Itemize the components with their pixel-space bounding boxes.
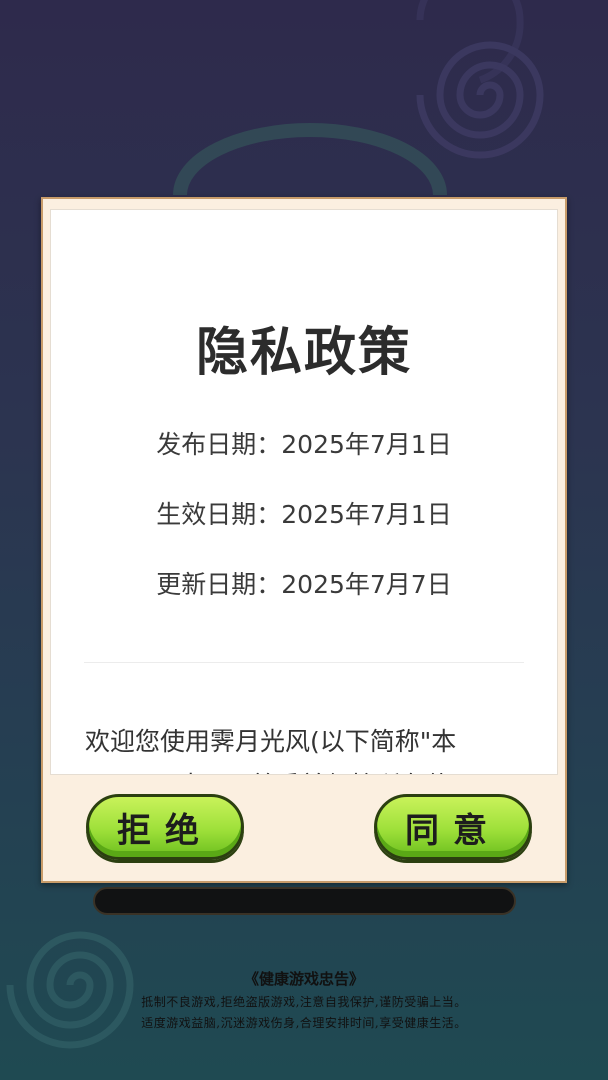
privacy-dialog: 隐私政策 发布日期：2025年7月1日 生效日期：2025年7月1日 更新日期：… <box>41 197 567 883</box>
effective-date: 生效日期：2025年7月1日 <box>156 500 452 529</box>
health-game-notice: 《健康游戏忠告》 抵制不良游戏,拒绝盗版游戏,注意自我保护,谨防受骗上当。 适度… <box>0 968 608 1031</box>
publish-date: 发布日期：2025年7月1日 <box>156 430 452 459</box>
divider <box>84 662 524 663</box>
policy-text-line: app")。本app尊重并保护所有使用 <box>85 764 527 774</box>
policy-text-line: 欢迎您使用霁月光风(以下简称"本 <box>85 727 457 756</box>
reject-button[interactable]: 拒绝 <box>86 794 244 860</box>
notice-line: 适度游戏益脑,沉迷游戏伤身,合理安排时间,享受健康生活。 <box>141 1016 467 1030</box>
loading-bar <box>93 887 516 915</box>
policy-scroll-panel[interactable]: 隐私政策 发布日期：2025年7月1日 生效日期：2025年7月1日 更新日期：… <box>50 209 558 775</box>
policy-body-text: 欢迎您使用霁月光风(以下简称"本 app")。本app尊重并保护所有使用 <box>85 720 527 774</box>
dialog-title: 隐私政策 <box>195 323 412 383</box>
update-date: 更新日期：2025年7月7日 <box>156 570 452 599</box>
agree-button[interactable]: 同意 <box>374 794 532 860</box>
notice-title: 《健康游戏忠告》 <box>243 970 364 988</box>
notice-line: 抵制不良游戏,拒绝盗版游戏,注意自我保护,谨防受骗上当。 <box>141 995 467 1009</box>
